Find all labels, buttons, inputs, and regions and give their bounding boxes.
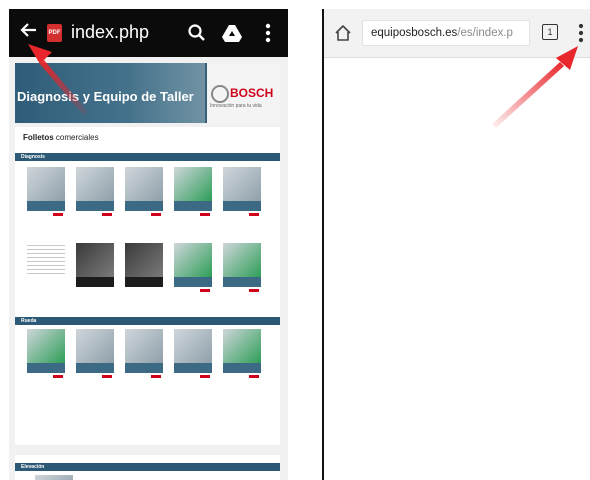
annotation-arrow-left <box>28 44 88 116</box>
annotation-arrows <box>28 44 578 128</box>
annotation-arrow-right <box>492 46 578 128</box>
